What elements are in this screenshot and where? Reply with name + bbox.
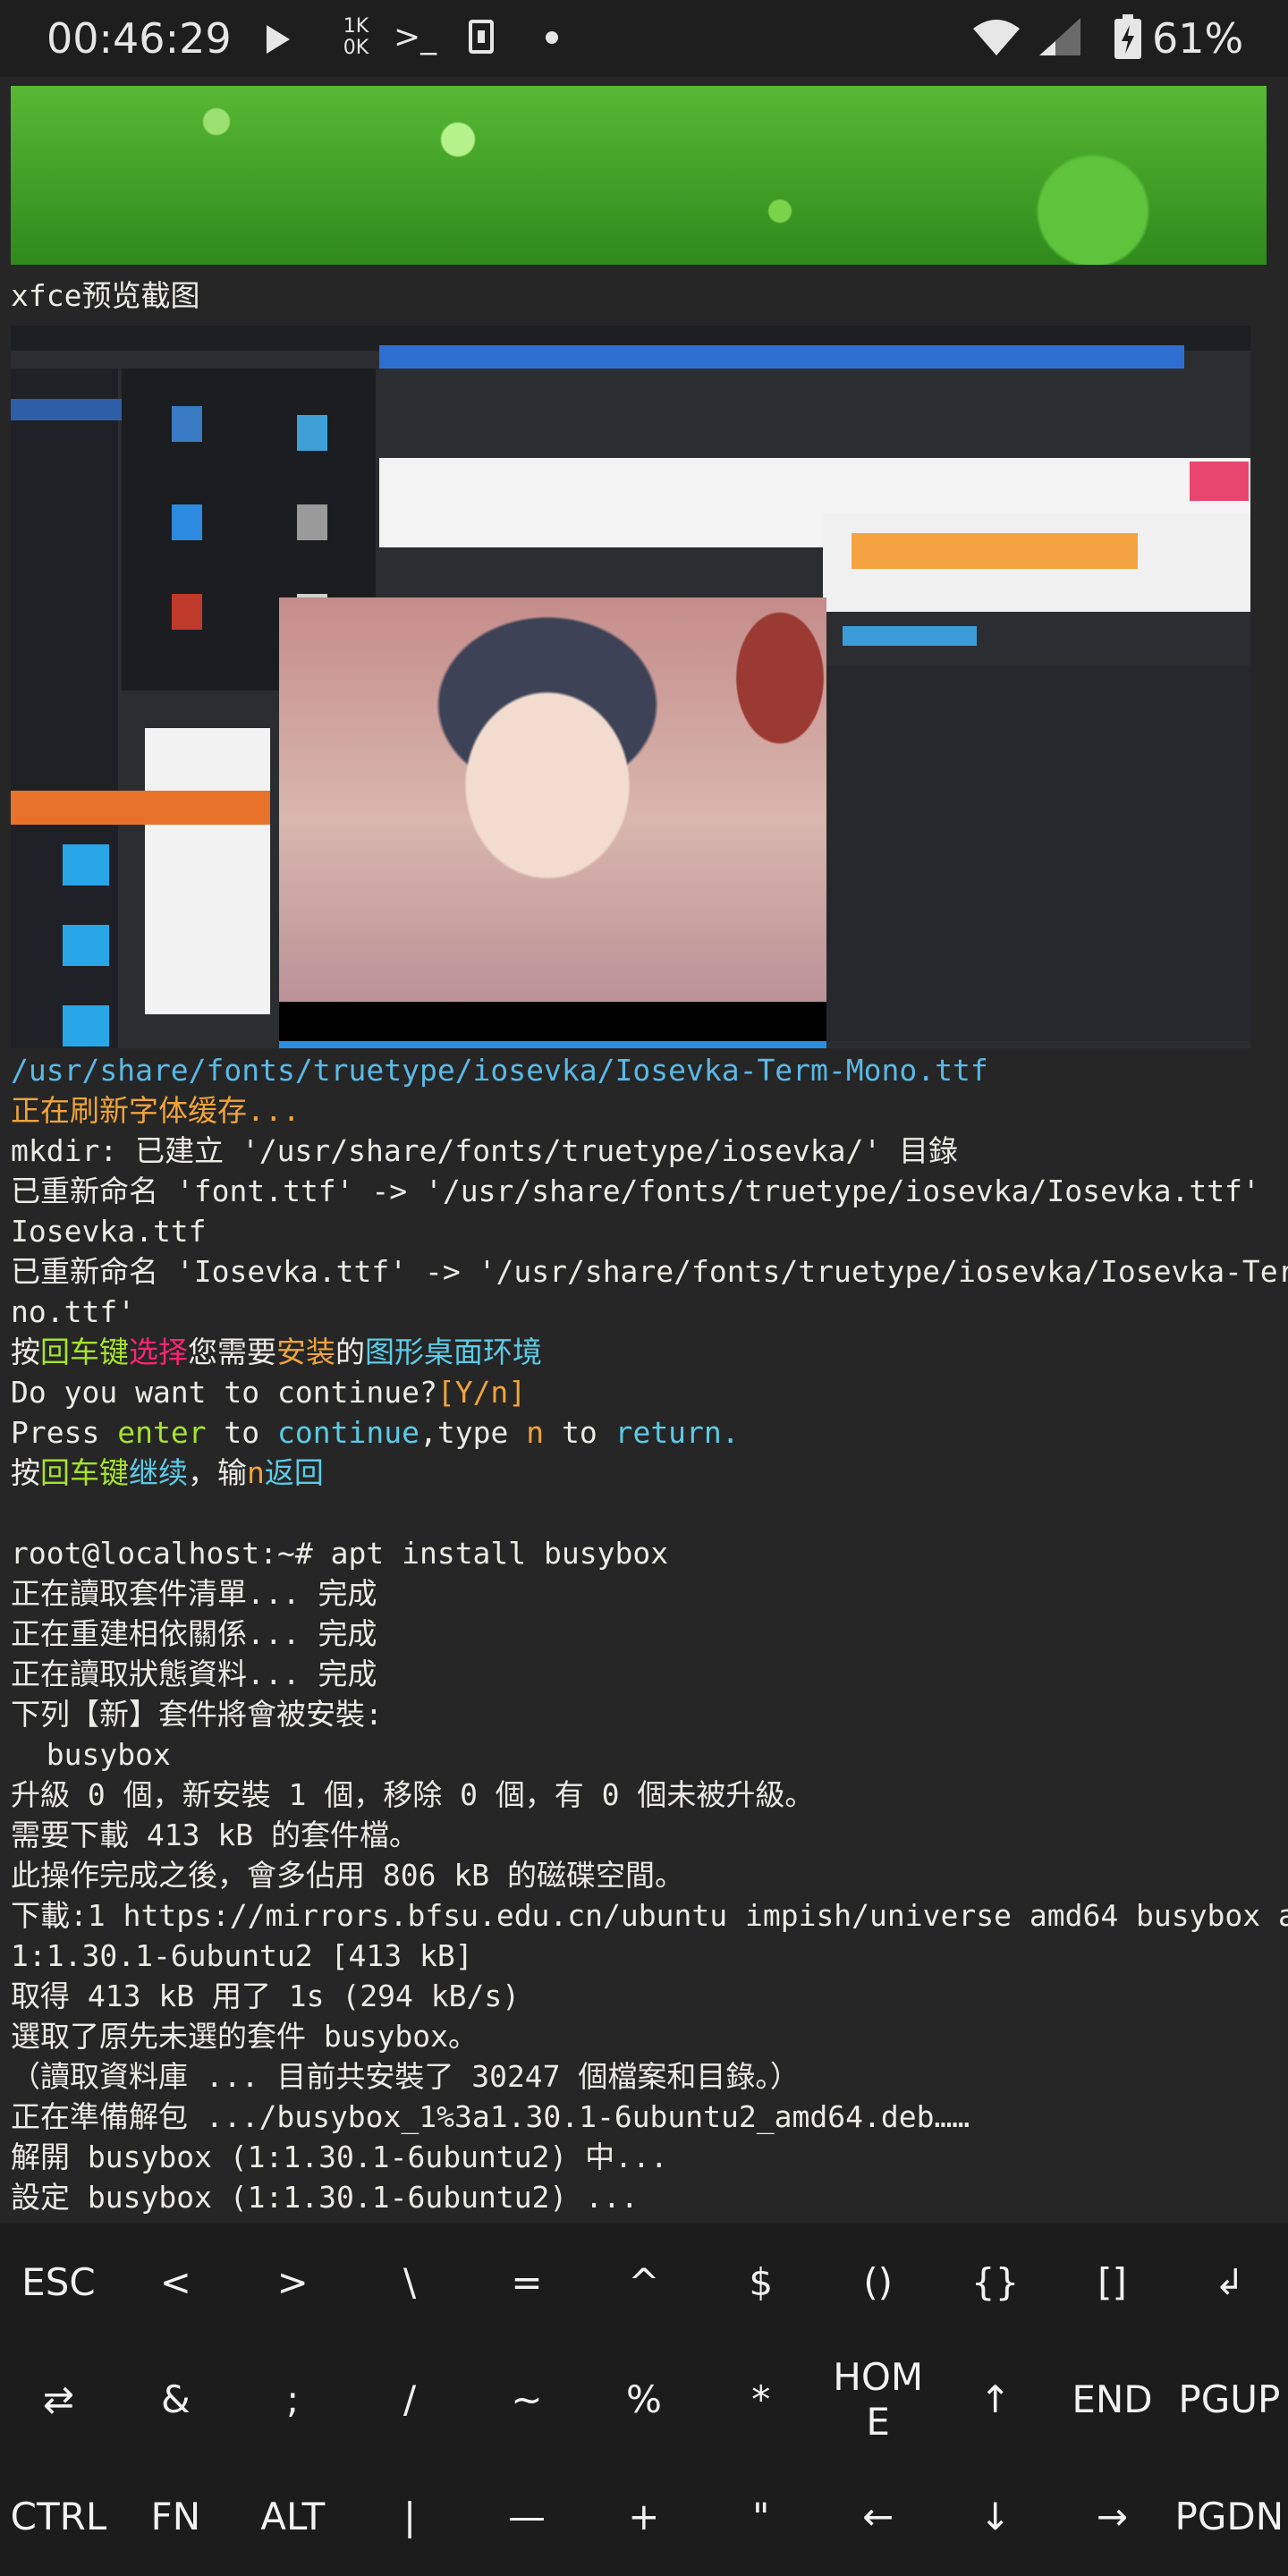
apt-output-line: 此操作完成之後，會多佔用 806 kB 的磁碟空間。 (11, 1858, 684, 1893)
key-arrow-up-icon[interactable]: ↑ (936, 2341, 1054, 2458)
apt-output-line: 正在讀取套件清單... 完成 (11, 1576, 377, 1611)
apt-output-line: 取得 413 kB 用了 1s (294 kB/s) (11, 1979, 521, 2013)
xfce-preview-image (11, 326, 1250, 1048)
rename-line-2a: 已重新命名 'Iosevka.ttf' -> '/usr/share/fonts… (11, 1254, 1288, 1289)
key-tab-icon[interactable]: ⇄ (0, 2341, 117, 2458)
play-icon (267, 25, 290, 54)
key-greater-than[interactable]: > (234, 2224, 352, 2341)
key-ctrl[interactable]: CTRL (0, 2458, 117, 2575)
apt-output-line: 解開 busybox (1:1.30.1-6ubuntu2) 中... (11, 2140, 668, 2174)
key-arrow-left-icon[interactable]: ← (819, 2458, 936, 2575)
mkdir-line: mkdir: 已建立 '/usr/share/fonts/truetype/io… (11, 1133, 959, 1168)
signal-icon (1039, 18, 1080, 55)
status-time: 00:46:29 (47, 14, 232, 63)
key-end[interactable]: END (1054, 2341, 1171, 2458)
extra-keys-row-2: ⇄ & ; / ~ % * HOM E ↑ END PGUP (0, 2341, 1288, 2458)
extra-keys-row-1: ESC < > \ = ^ $ () {} [] ↲ (0, 2224, 1288, 2341)
key-arrow-down-icon[interactable]: ↓ (936, 2458, 1054, 2575)
apt-output-line: 正在重建相依關係... 完成 (11, 1616, 377, 1651)
key-quote[interactable]: " (702, 2458, 819, 2575)
key-plus[interactable]: + (585, 2458, 702, 2575)
key-braces[interactable]: {} (936, 2224, 1054, 2341)
continue-prompt-line: Do you want to continue?[Y/n] (11, 1375, 527, 1410)
preview-label: xfce预览截图 (11, 278, 200, 313)
key-pgdn[interactable]: PGDN (1171, 2458, 1288, 2575)
key-asterisk[interactable]: * (702, 2341, 819, 2458)
key-equals[interactable]: = (469, 2224, 586, 2341)
dot-icon (546, 31, 558, 44)
apt-output-line: 下載:1 https://mirrors.bfsu.edu.cn/ubuntu … (11, 1898, 1288, 1933)
wifi-icon (973, 20, 1020, 55)
key-enter-icon[interactable]: ↲ (1171, 2224, 1288, 2341)
key-tilde[interactable]: ~ (469, 2341, 586, 2458)
key-percent[interactable]: % (585, 2341, 702, 2458)
press-enter-cn-line: 按回车键继续，输n返回 (11, 1455, 324, 1490)
rename-line-1: 已重新命名 'font.ttf' -> '/usr/share/fonts/tr… (11, 1174, 1260, 1208)
key-caret[interactable]: ^ (585, 2224, 702, 2341)
key-esc[interactable]: ESC (0, 2224, 117, 2341)
status-bar: 00:46:29 1K 0K >_ 61% (0, 0, 1288, 77)
net-speed: 1K 0K (338, 16, 374, 59)
extra-keys-row-3: CTRL FN ALT | — + " ← ↓ → PGDN (0, 2458, 1288, 2575)
key-home[interactable]: HOM E (819, 2341, 936, 2458)
apt-output-line: （讀取資料庫 ... 目前共安裝了 30247 個檔案和目錄。） (11, 2059, 800, 2094)
app-icon (469, 20, 494, 54)
net-speed-up: 1K (343, 15, 369, 38)
apt-output-line: 1:1.30.1-6ubuntu2 [413 kB] (11, 1938, 473, 1973)
key-backslash[interactable]: \ (352, 2224, 469, 2341)
key-parens[interactable]: () (819, 2224, 936, 2341)
net-speed-down: 0K (343, 37, 369, 59)
extra-keys-bar: ESC < > \ = ^ $ () {} [] ↲ ⇄ & ; / ~ % *… (0, 2224, 1288, 2576)
refresh-line: 正在刷新字体缓存... (11, 1093, 301, 1128)
iosevka-line: Iosevka.ttf (11, 1214, 207, 1249)
press-enter-en-line: Press enter to continue,type n to return… (11, 1415, 740, 1450)
key-fn[interactable]: FN (117, 2458, 234, 2575)
battery-icon (1114, 14, 1141, 59)
key-arrow-right-icon[interactable]: → (1054, 2458, 1171, 2575)
apt-output-line: 選取了原先未選的套件 busybox。 (11, 2019, 478, 2054)
press-enter-select-line: 按回车键选择您需要安装的图形桌面环境 (11, 1335, 542, 1369)
key-brackets[interactable]: [] (1054, 2224, 1171, 2341)
shell-prompt-line: root@localhost:~# apt install busybox (11, 1536, 669, 1571)
terminal-view[interactable]: xfce预览截图 /usr/share/fonts/truetype/iosev… (0, 77, 1288, 2224)
apt-output-line: 正在讀取狀態資料... 完成 (11, 1657, 377, 1691)
terminal-icon: >_ (394, 19, 437, 55)
key-alt[interactable]: ALT (234, 2458, 352, 2575)
key-less-than[interactable]: < (117, 2224, 234, 2341)
key-dash[interactable]: — (469, 2458, 586, 2575)
key-semicolon[interactable]: ; (234, 2341, 352, 2458)
apt-output-line: 升級 0 個，新安裝 1 個，移除 0 個，有 0 個未被升級。 (11, 1777, 815, 1812)
key-ampersand[interactable]: & (117, 2341, 234, 2458)
apt-output-line: 需要下載 413 kB 的套件檔。 (11, 1818, 419, 1852)
font-path-line: /usr/share/fonts/truetype/iosevka/Iosevk… (11, 1053, 988, 1088)
rename-line-2b: no.ttf' (11, 1294, 136, 1329)
battery-percent: 61% (1152, 14, 1244, 63)
apt-output-line: 正在準備解包 .../busybox_1%3a1.30.1-6ubuntu2_a… (11, 2099, 970, 2134)
key-pipe[interactable]: | (352, 2458, 469, 2575)
key-dollar[interactable]: $ (702, 2224, 819, 2341)
key-pgup[interactable]: PGUP (1171, 2341, 1288, 2458)
banner-image (11, 86, 1267, 265)
apt-output-line: 下列【新】套件將會被安裝: (11, 1697, 383, 1732)
apt-output-line: busybox (11, 1737, 171, 1772)
apt-output-line: 設定 busybox (1:1.30.1-6ubuntu2) ... (11, 2180, 639, 2215)
key-slash[interactable]: / (352, 2341, 469, 2458)
